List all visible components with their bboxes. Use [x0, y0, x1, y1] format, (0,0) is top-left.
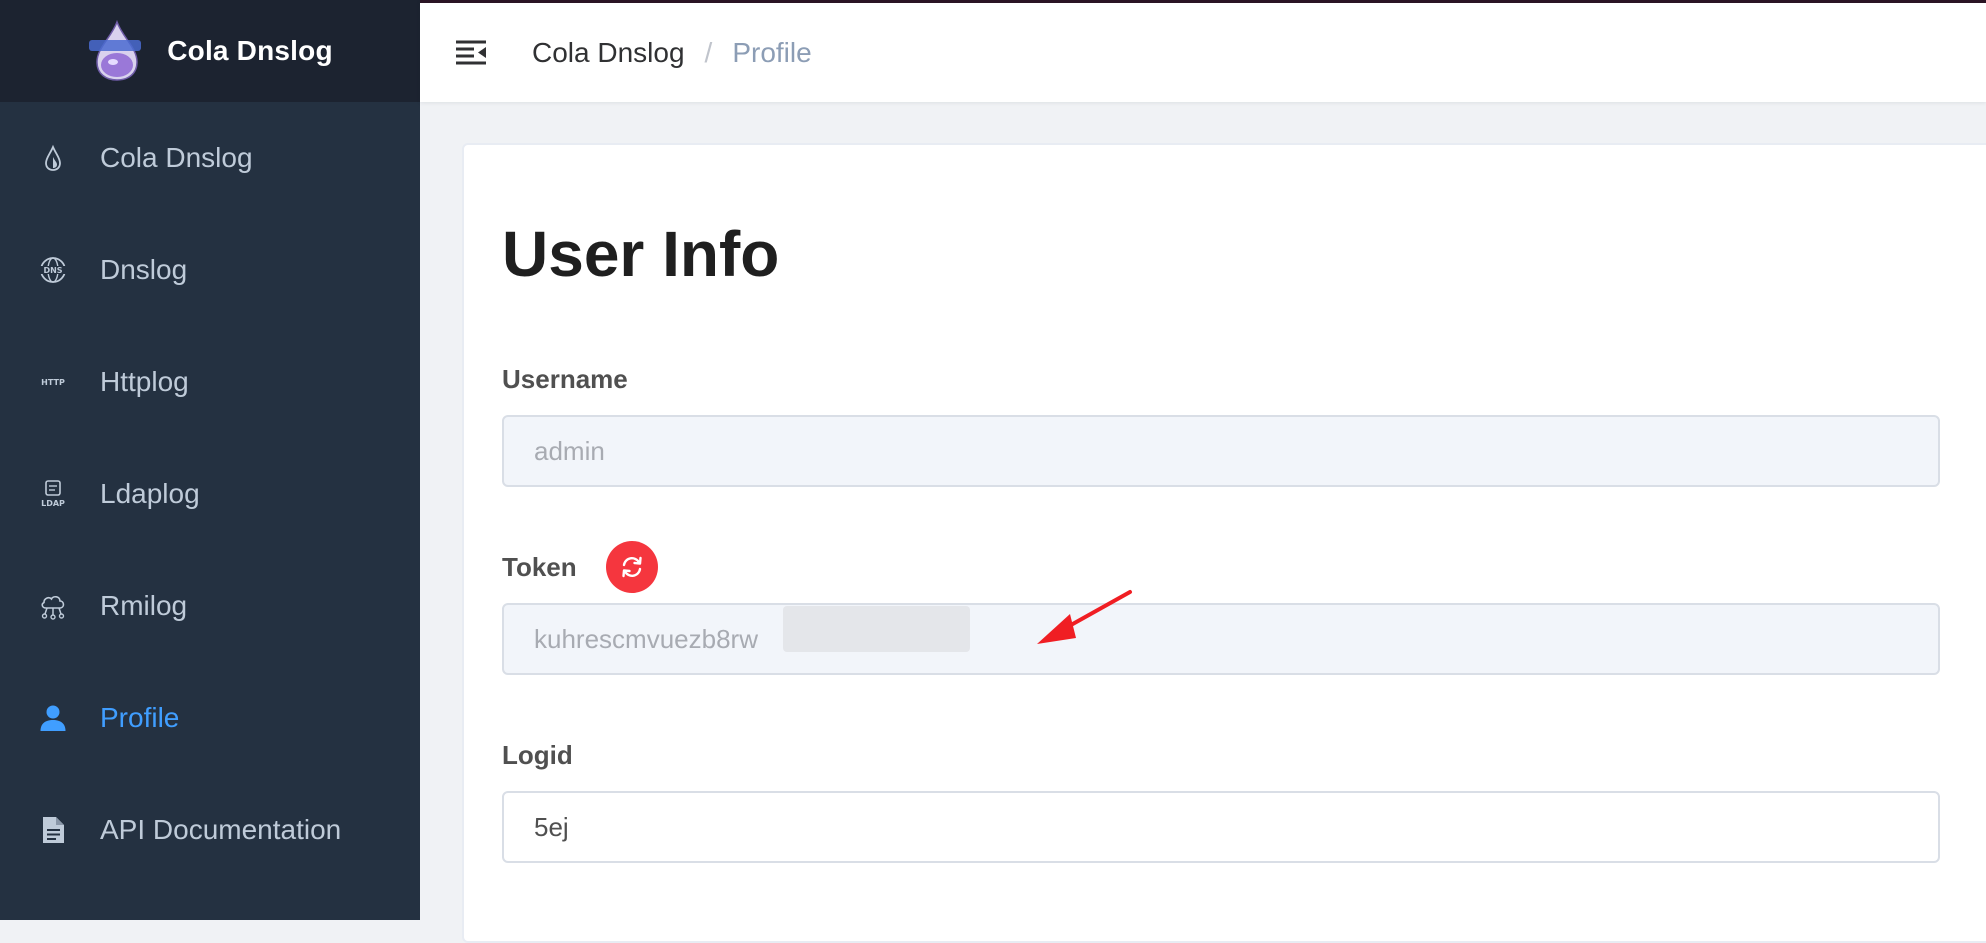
username-label: Username — [502, 364, 628, 394]
sidebar-item-label: Httplog — [100, 366, 189, 397]
sidebar-item-label: Dnslog — [100, 254, 188, 285]
sidebar-item-label: Ldaplog — [100, 478, 200, 509]
annotation-arrow-icon — [1032, 588, 1138, 646]
sidebar: Cola Dnslog Cola Dnslog DNS Dnslog HTTP … — [0, 0, 420, 920]
logid-label: Logid — [502, 740, 573, 770]
dns-globe-icon: DNS — [38, 255, 68, 285]
token-input[interactable] — [502, 603, 1940, 675]
app-title: Cola Dnslog — [167, 35, 333, 66]
page-title: User Info — [502, 218, 780, 290]
token-label: Token — [502, 552, 577, 582]
breadcrumb: Cola Dnslog / Profile — [532, 37, 812, 69]
svg-text:DNS: DNS — [43, 266, 62, 275]
sidebar-item-profile[interactable]: Profile — [0, 662, 420, 774]
svg-text:HTTP: HTTP — [41, 378, 65, 387]
sidebar-item-rmilog[interactable]: Rmilog — [0, 550, 420, 662]
document-icon — [38, 815, 68, 845]
hamburger-icon[interactable] — [454, 38, 490, 68]
user-icon — [38, 703, 68, 733]
ldap-icon: LDAP — [38, 479, 68, 509]
sidebar-item-label: Rmilog — [100, 590, 188, 621]
sidebar-item-ldaplog[interactable]: LDAP Ldaplog — [0, 438, 420, 550]
drop-icon — [38, 143, 68, 173]
token-redaction-blur — [783, 606, 970, 652]
breadcrumb-separator: / — [704, 36, 713, 68]
svg-text:LDAP: LDAP — [41, 499, 65, 508]
sidebar-item-label: API Documentation — [100, 814, 342, 845]
sidebar-item-api-documentation[interactable]: API Documentation — [0, 774, 420, 886]
cloud-network-icon — [38, 591, 68, 621]
breadcrumb-item-current: Profile — [732, 36, 812, 68]
sidebar-item-cola-dnslog[interactable]: Cola Dnslog — [0, 102, 420, 214]
breadcrumb-item-home[interactable]: Cola Dnslog — [532, 37, 685, 69]
username-input[interactable] — [502, 415, 1940, 487]
sidebar-item-label: Cola Dnslog — [100, 142, 253, 173]
logid-input[interactable] — [502, 791, 1940, 863]
refresh-token-button[interactable] — [606, 541, 658, 593]
sidebar-brand[interactable]: Cola Dnslog — [0, 0, 420, 102]
cola-drop-logo-icon — [89, 20, 142, 81]
http-text-icon: HTTP — [38, 367, 68, 397]
sidebar-item-httplog[interactable]: HTTP Httplog — [0, 326, 420, 438]
top-header: Cola Dnslog / Profile — [420, 0, 1986, 102]
sidebar-item-dnslog[interactable]: DNS Dnslog — [0, 214, 420, 326]
refresh-icon — [622, 556, 642, 578]
sidebar-item-label: Profile — [100, 702, 180, 733]
